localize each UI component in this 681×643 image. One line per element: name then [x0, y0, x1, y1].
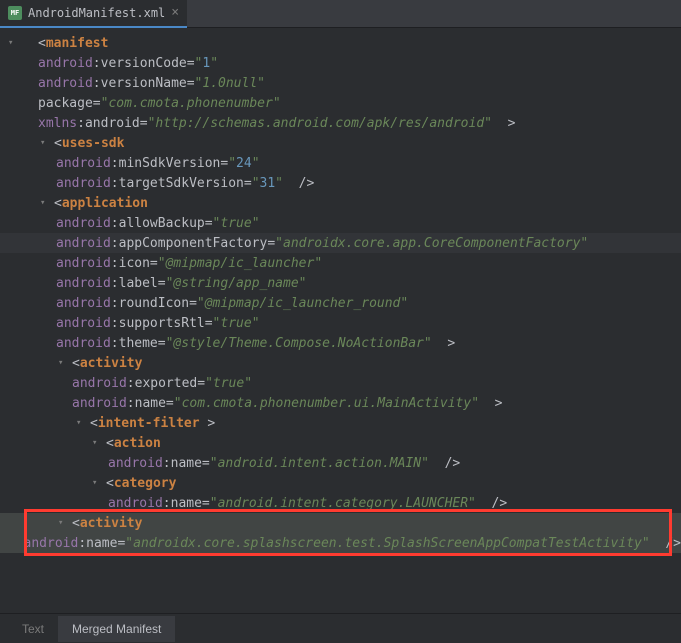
tab-label: AndroidManifest.xml [28, 6, 165, 20]
bottom-tab-bar: Text Merged Manifest [0, 613, 681, 643]
code-editor[interactable]: ▾<manifest android:versionCode="1" andro… [0, 28, 681, 603]
intent-filter-tag: intent-filter [98, 416, 200, 431]
application-tag: application [62, 196, 148, 211]
fold-chevron[interactable]: ▾ [40, 138, 54, 148]
fold-chevron[interactable]: ▾ [76, 418, 90, 428]
fold-chevron[interactable]: ▾ [58, 518, 72, 528]
fold-chevron[interactable]: ▾ [58, 358, 72, 368]
manifest-file-icon: MF [8, 6, 22, 20]
fold-chevron[interactable]: ▾ [40, 198, 54, 208]
activity-tag-2: activity [80, 516, 143, 531]
fold-chevron[interactable]: ▾ [92, 478, 106, 488]
action-tag: action [114, 436, 161, 451]
close-icon[interactable]: × [171, 5, 179, 20]
activity-tag: activity [80, 356, 143, 371]
tab-bar: MF AndroidManifest.xml × [0, 0, 681, 28]
uses-sdk-tag: uses-sdk [62, 136, 125, 151]
tab-merged-manifest[interactable]: Merged Manifest [58, 616, 175, 642]
tab-text[interactable]: Text [8, 616, 58, 642]
category-tag: category [114, 476, 177, 491]
manifest-tag: manifest [46, 36, 109, 51]
file-tab[interactable]: MF AndroidManifest.xml × [0, 0, 187, 28]
fold-chevron[interactable]: ▾ [8, 38, 22, 48]
fold-chevron[interactable]: ▾ [92, 438, 106, 448]
